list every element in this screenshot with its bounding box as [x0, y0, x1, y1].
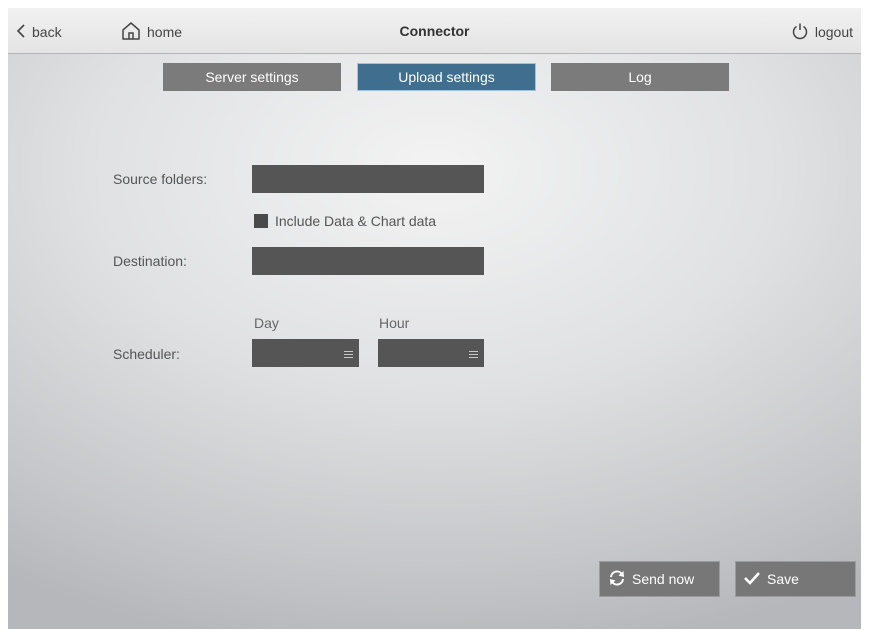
refresh-icon [608, 569, 626, 590]
logout-button[interactable]: logout [791, 21, 853, 43]
tab-upload-settings[interactable]: Upload settings [357, 63, 536, 91]
checkmark-icon [743, 570, 761, 589]
day-select[interactable] [252, 339, 359, 367]
source-folders-input[interactable] [252, 165, 484, 193]
destination-input[interactable] [252, 247, 484, 275]
hour-select[interactable] [378, 339, 484, 367]
menu-lines-icon [344, 351, 353, 360]
scheduler-label: Scheduler: [113, 346, 180, 362]
include-data-checkbox[interactable] [254, 214, 268, 228]
power-icon [791, 22, 809, 43]
tab-server-settings[interactable]: Server settings [163, 63, 341, 91]
menu-lines-icon [469, 351, 478, 360]
day-label: Day [254, 315, 279, 331]
save-button[interactable]: Save [735, 561, 856, 597]
main-content: Server settings Upload settings Log Sour… [8, 54, 861, 629]
send-now-label: Send now [632, 571, 695, 587]
source-folders-label: Source folders: [113, 171, 208, 187]
app-window: back home Connector logout Server settin… [8, 8, 861, 629]
save-label: Save [767, 571, 799, 587]
send-now-button[interactable]: Send now [599, 561, 720, 597]
top-bar: back home Connector logout [8, 8, 861, 54]
hour-label: Hour [379, 315, 410, 331]
page-title: Connector [399, 23, 470, 39]
logout-label: logout [814, 24, 853, 40]
include-data-checkbox-label: Include Data & Chart data [275, 213, 437, 229]
tab-log[interactable]: Log [551, 63, 729, 91]
destination-label: Destination: [113, 253, 187, 269]
